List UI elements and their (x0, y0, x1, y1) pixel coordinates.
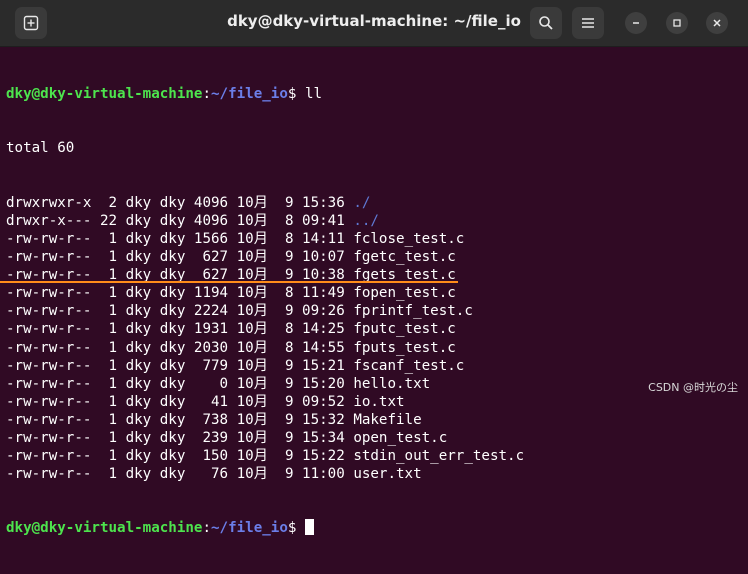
file-entry-details: -rw-rw-r-- 1 dky dky 0 10月 9 15:20 (6, 375, 354, 392)
maximize-button[interactable] (666, 12, 688, 34)
terminal-output[interactable]: dky@dky-virtual-machine:~/file_io$ ll to… (6, 49, 748, 536)
prompt-path: ~/file_io (211, 86, 288, 103)
file-entry-details: -rw-rw-r-- 1 dky dky 2030 10月 8 14:55 (6, 339, 354, 356)
file-entry: -rw-rw-r-- 1 dky dky 1194 10月 8 11:49 fo… (6, 284, 748, 302)
menu-button[interactable] (572, 7, 604, 39)
prompt-path: ~/file_io (211, 520, 288, 537)
file-entry: -rw-rw-r-- 1 dky dky 2030 10月 8 14:55 fp… (6, 339, 748, 357)
prompt-separator: : (202, 520, 212, 537)
file-name: fputc_test.c (353, 321, 456, 338)
file-entry-details: -rw-rw-r-- 1 dky dky 41 10月 9 09:52 (6, 393, 354, 410)
prompt-user: dky@dky-virtual-machine (6, 520, 203, 537)
file-entry: drwxrwxr-x 2 dky dky 4096 10月 9 15:36 ./ (6, 194, 748, 212)
file-entry-details: -rw-rw-r-- 1 dky dky 738 10月 9 15:32 (6, 411, 354, 428)
file-name: hello.txt (353, 375, 431, 392)
file-listing: drwxrwxr-x 2 dky dky 4096 10月 9 15:36 ./… (6, 194, 748, 484)
file-entry: -rw-rw-r-- 1 dky dky 627 10月 9 10:07 fge… (6, 248, 748, 266)
file-name: Makefile (353, 411, 422, 428)
search-icon (539, 16, 553, 30)
file-name: fclose_test.c (353, 230, 465, 247)
command-text: ll (304, 86, 323, 103)
maximize-icon (673, 19, 681, 27)
file-name: user.txt (353, 466, 422, 483)
text-cursor (304, 519, 314, 536)
file-entry: -rw-rw-r-- 1 dky dky 239 10月 9 15:34 ope… (6, 429, 748, 447)
file-entry-details: drwxr-x--- 22 dky dky 4096 10月 8 09:41 (6, 212, 354, 229)
close-icon (713, 19, 721, 27)
file-entry: -rw-rw-r-- 1 dky dky 0 10月 9 15:20 hello… (6, 375, 748, 393)
prompt-end: $ (287, 520, 305, 537)
search-button[interactable] (530, 7, 562, 39)
file-entry-details: -rw-rw-r-- 1 dky dky 2224 10月 9 09:26 (6, 303, 354, 320)
minimize-button[interactable] (625, 12, 647, 34)
file-entry-details: -rw-rw-r-- 1 dky dky 150 10月 9 15:22 (6, 448, 354, 465)
file-entry-details: -rw-rw-r-- 1 dky dky 1931 10月 8 14:25 (6, 321, 354, 338)
file-entry: drwxr-x--- 22 dky dky 4096 10月 8 09:41 .… (6, 212, 748, 230)
file-entry: -rw-rw-r-- 1 dky dky 76 10月 9 11:00 user… (6, 465, 748, 483)
current-prompt-line[interactable]: dky@dky-virtual-machine:~/file_io$ (6, 519, 748, 537)
file-name: fopen_test.c (353, 285, 456, 302)
total-line: total 60 (6, 140, 75, 157)
file-entry-details: -rw-rw-r-- 1 dky dky 239 10月 9 15:34 (6, 429, 354, 446)
prompt-user: dky@dky-virtual-machine (6, 86, 203, 103)
file-name: open_test.c (353, 429, 448, 446)
minimize-icon (633, 22, 639, 24)
file-name: fputs_test.c (353, 339, 456, 356)
file-entry: -rw-rw-r-- 1 dky dky 779 10月 9 15:21 fsc… (6, 357, 748, 375)
file-entry: -rw-rw-r-- 1 dky dky 150 10月 9 15:22 std… (6, 447, 748, 465)
file-entry: -rw-rw-r-- 1 dky dky 41 10月 9 09:52 io.t… (6, 393, 748, 411)
file-entry: -rw-rw-r-- 1 dky dky 1931 10月 8 14:25 fp… (6, 320, 748, 338)
directory-name: ../ (353, 212, 379, 229)
file-entry: -rw-rw-r-- 1 dky dky 2224 10月 9 09:26 fp… (6, 302, 748, 320)
hamburger-menu-icon (582, 18, 594, 28)
title-bar: dky@dky-virtual-machine: ~/file_io (0, 0, 748, 47)
file-entry: -rw-rw-r-- 1 dky dky 1566 10月 8 14:11 fc… (6, 230, 748, 248)
prompt-separator: : (202, 86, 212, 103)
file-name: fprintf_test.c (353, 303, 473, 320)
file-name: fgetc_test.c (353, 249, 456, 266)
prompt-end: $ (287, 86, 305, 103)
file-name: stdin_out_err_test.c (353, 448, 525, 465)
annotation-underline (0, 281, 458, 283)
file-entry-details: drwxrwxr-x 2 dky dky 4096 10月 9 15:36 (6, 194, 354, 211)
command-line: dky@dky-virtual-machine:~/file_io$ ll (6, 85, 748, 103)
directory-name: ./ (353, 194, 371, 211)
close-button[interactable] (706, 12, 728, 34)
terminal-window: dky@dky-virtual-machine: ~/file_io dky@d… (0, 0, 748, 536)
file-entry-details: -rw-rw-r-- 1 dky dky 1194 10月 8 11:49 (6, 285, 354, 302)
file-entry-details: -rw-rw-r-- 1 dky dky 76 10月 9 11:00 (6, 466, 354, 483)
file-entry-details: -rw-rw-r-- 1 dky dky 1566 10月 8 14:11 (6, 230, 354, 247)
file-entry-details: -rw-rw-r-- 1 dky dky 779 10月 9 15:21 (6, 357, 354, 374)
file-name: io.txt (353, 393, 405, 410)
watermark: CSDN @时光の尘 (648, 381, 738, 394)
file-entry: -rw-rw-r-- 1 dky dky 738 10月 9 15:32 Mak… (6, 411, 748, 429)
file-entry-details: -rw-rw-r-- 1 dky dky 627 10月 9 10:07 (6, 249, 354, 266)
file-name: fscanf_test.c (353, 357, 465, 374)
